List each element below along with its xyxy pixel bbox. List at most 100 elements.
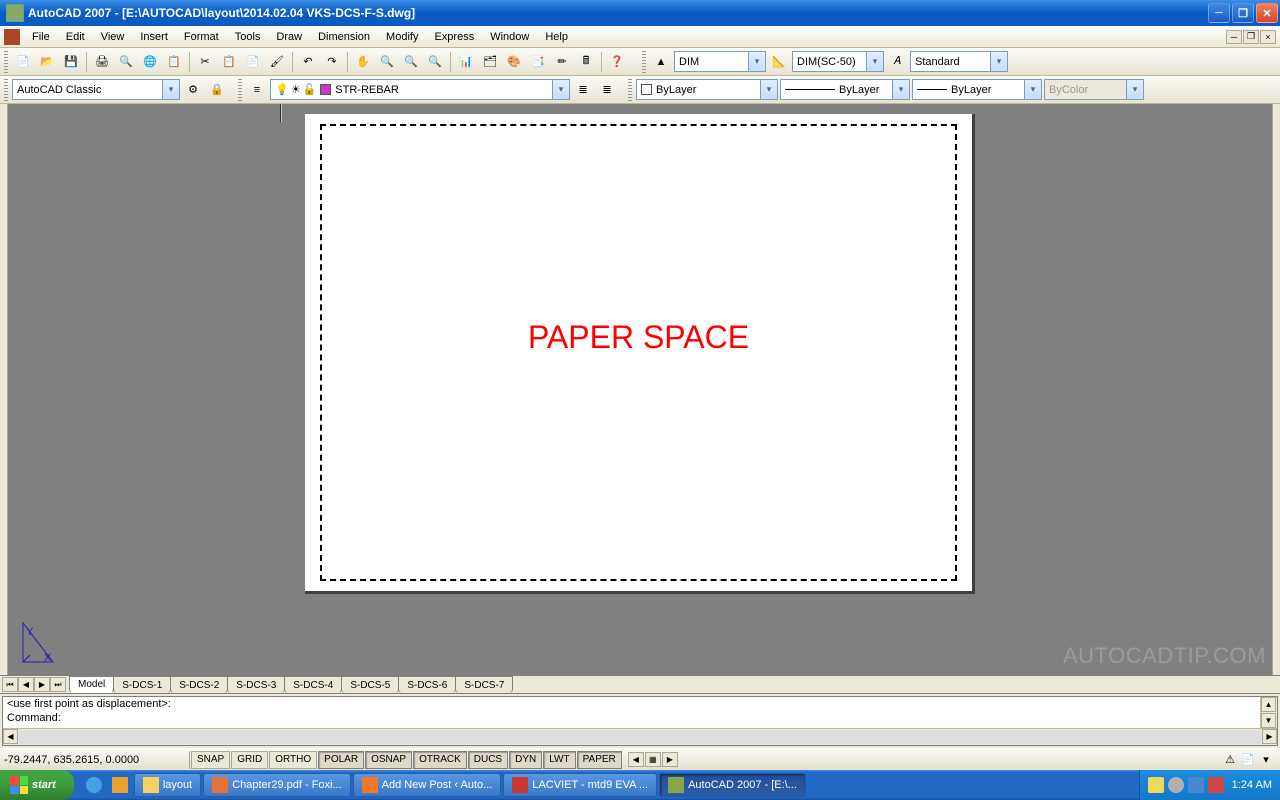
ql-ie[interactable] <box>82 773 106 797</box>
status-right[interactable]: ▶ <box>662 752 678 767</box>
workspace-dropdown[interactable]: AutoCAD Classic <box>12 79 180 100</box>
tab-last[interactable]: ⏭ <box>50 677 66 692</box>
plot-button[interactable]: 🖨 <box>91 51 113 73</box>
layer-dropdown[interactable]: 💡 ☀ 🔓 STR-REBAR <box>270 79 570 100</box>
tool-palette-button[interactable]: 🎨 <box>503 51 525 73</box>
menu-tools[interactable]: Tools <box>227 29 269 45</box>
scroll-down[interactable]: ▼ <box>1261 713 1276 728</box>
menu-edit[interactable]: Edit <box>58 29 93 45</box>
tab-prev[interactable]: ◀ <box>18 677 34 692</box>
mdi-minimize[interactable]: ─ <box>1226 30 1242 44</box>
dim-style-dropdown[interactable]: DIM <box>674 51 766 72</box>
menu-file[interactable]: File <box>24 29 58 45</box>
toggle-ducs[interactable]: DUCS <box>468 751 508 769</box>
ql-desktop[interactable] <box>108 773 132 797</box>
dc-button[interactable]: 🗂 <box>479 51 501 73</box>
mdi-close[interactable]: × <box>1260 30 1276 44</box>
tray-icon-2[interactable] <box>1168 777 1184 793</box>
toggle-polar[interactable]: POLAR <box>318 751 364 769</box>
pan-button[interactable]: ✋ <box>352 51 374 73</box>
dim-sc-icon[interactable]: 📐 <box>768 51 790 73</box>
menu-modify[interactable]: Modify <box>378 29 426 45</box>
tray-icon-3[interactable] <box>1188 777 1204 793</box>
linetype-dropdown[interactable]: ByLayer <box>780 79 910 100</box>
scroll-left[interactable]: ◀ <box>3 729 18 744</box>
toggle-ortho[interactable]: ORTHO <box>269 751 317 769</box>
task-item[interactable]: layout <box>134 773 201 797</box>
sheet-set-button[interactable]: 📑 <box>527 51 549 73</box>
task-item[interactable]: AutoCAD 2007 - [E:\... <box>659 773 806 797</box>
layout-tab-s-dcs-3[interactable]: S-DCS-3 <box>227 676 285 693</box>
publish-button[interactable]: 🌐 <box>139 51 161 73</box>
dim-sc-dropdown[interactable]: DIM(SC-50) <box>792 51 884 72</box>
toggle-otrack[interactable]: OTRACK <box>413 751 467 769</box>
tray-icon-4[interactable] <box>1208 777 1224 793</box>
menu-dimension[interactable]: Dimension <box>310 29 378 45</box>
match-button[interactable]: 🖌 <box>266 51 288 73</box>
status-comm-icon[interactable]: ⚠ <box>1222 752 1238 768</box>
open-button[interactable]: 📂 <box>36 51 58 73</box>
status-layout-icon[interactable]: 📄 <box>1240 752 1256 768</box>
scroll-right[interactable]: ▶ <box>1262 729 1277 744</box>
lineweight-dropdown[interactable]: ByLayer <box>912 79 1042 100</box>
markup-button[interactable]: ✏ <box>551 51 573 73</box>
text-style-dropdown[interactable]: Standard <box>910 51 1008 72</box>
help-button[interactable]: ❓ <box>606 51 628 73</box>
menu-express[interactable]: Express <box>426 29 482 45</box>
layout-tab-s-dcs-7[interactable]: S-DCS-7 <box>455 676 513 693</box>
app-menu-icon[interactable] <box>4 29 20 45</box>
layout-tab-s-dcs-2[interactable]: S-DCS-2 <box>170 676 228 693</box>
dim-icon[interactable]: ▲ <box>650 51 672 73</box>
minimize-button[interactable]: ─ <box>1208 3 1230 23</box>
layer-prev[interactable]: ≣ <box>572 79 594 101</box>
maximize-button[interactable]: ❐ <box>1232 3 1254 23</box>
drawing-area[interactable]: PAPER SPACE YX AUTOCADTIP.COM <box>0 104 1280 675</box>
layout-tab-s-dcs-1[interactable]: S-DCS-1 <box>113 676 171 693</box>
toggle-grid[interactable]: GRID <box>231 751 268 769</box>
zoom-rt-button[interactable]: 🔍 <box>376 51 398 73</box>
clock[interactable]: 1:24 AM <box>1232 779 1272 791</box>
layout-tab-s-dcs-4[interactable]: S-DCS-4 <box>284 676 342 693</box>
tab-next[interactable]: ▶ <box>34 677 50 692</box>
task-item[interactable]: Add New Post ‹ Auto... <box>353 773 502 797</box>
menu-help[interactable]: Help <box>537 29 576 45</box>
mdi-restore[interactable]: ❐ <box>1243 30 1259 44</box>
task-item[interactable]: Chapter29.pdf - Foxi... <box>203 773 350 797</box>
task-item[interactable]: LACVIET - mtd9 EVA ... <box>503 773 657 797</box>
menu-window[interactable]: Window <box>482 29 537 45</box>
calc-button[interactable]: 🖩 <box>575 51 597 73</box>
command-prompt[interactable]: Command: <box>3 711 1277 725</box>
menu-format[interactable]: Format <box>176 29 227 45</box>
close-button[interactable]: ✕ <box>1256 3 1278 23</box>
command-window[interactable]: <use first point as displacement>: Comma… <box>2 696 1278 746</box>
toggle-lwt[interactable]: LWT <box>543 751 575 769</box>
zoom-win-button[interactable]: 🔍 <box>400 51 422 73</box>
toggle-osnap[interactable]: OSNAP <box>365 751 412 769</box>
layout-tab-s-dcs-5[interactable]: S-DCS-5 <box>341 676 399 693</box>
zoom-prev-button[interactable]: 🔍 <box>424 51 446 73</box>
status-box[interactable]: ▦ <box>645 752 661 767</box>
layer-state[interactable]: ≣ <box>596 79 618 101</box>
color-dropdown[interactable]: ByLayer <box>636 79 778 100</box>
workspace-lock[interactable]: 🔒 <box>206 79 228 101</box>
tab-first[interactable]: ⏮ <box>2 677 18 692</box>
cut-button[interactable]: ✂ <box>194 51 216 73</box>
undo-button[interactable]: ↶ <box>297 51 319 73</box>
menu-insert[interactable]: Insert <box>132 29 176 45</box>
text-style-icon[interactable]: 𝐴 <box>886 51 908 73</box>
sheet-button[interactable]: 📋 <box>163 51 185 73</box>
layout-tab-model[interactable]: Model <box>69 676 114 693</box>
toggle-dyn[interactable]: DYN <box>509 751 542 769</box>
start-button[interactable]: start <box>0 770 74 800</box>
layer-manager[interactable]: ≡ <box>246 79 268 101</box>
redo-button[interactable]: ↷ <box>321 51 343 73</box>
toggle-snap[interactable]: SNAP <box>191 751 230 769</box>
menu-view[interactable]: View <box>93 29 133 45</box>
copy-button[interactable]: 📋 <box>218 51 240 73</box>
preview-button[interactable]: 🔍 <box>115 51 137 73</box>
paste-button[interactable]: 📄 <box>242 51 264 73</box>
save-button[interactable]: 💾 <box>60 51 82 73</box>
menu-draw[interactable]: Draw <box>268 29 310 45</box>
layout-tab-s-dcs-6[interactable]: S-DCS-6 <box>398 676 456 693</box>
workspace-settings[interactable]: ⚙ <box>182 79 204 101</box>
